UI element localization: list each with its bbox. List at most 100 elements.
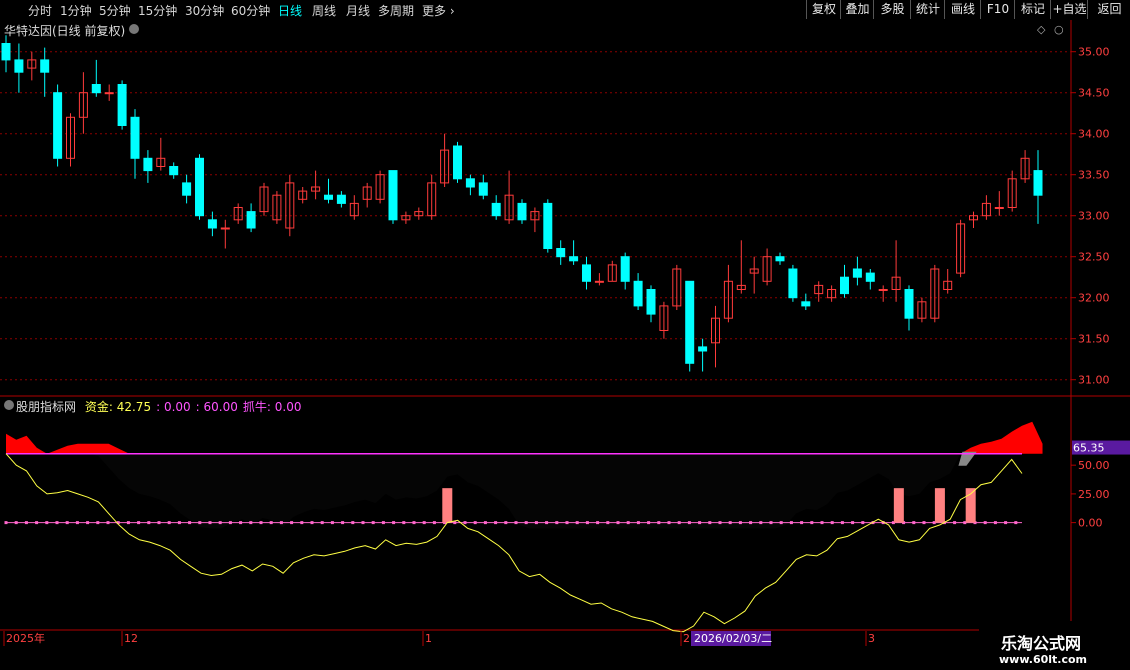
legend-value-0: 42.75 bbox=[116, 400, 152, 414]
main-title: 华特达因(日线 前复权) bbox=[4, 24, 126, 38]
toolbar-button-0[interactable]: 复权 bbox=[806, 0, 841, 19]
period-tab-4[interactable]: 30分钟 bbox=[185, 2, 224, 19]
candle-body-8 bbox=[104, 92, 114, 95]
period-tab-5[interactable]: 60分钟 bbox=[231, 2, 270, 19]
toolbar-button-5[interactable]: F10 bbox=[980, 0, 1015, 19]
candle-body-14 bbox=[182, 182, 192, 196]
candle-body-77 bbox=[994, 207, 1004, 209]
candle-body-16 bbox=[207, 219, 217, 229]
zero-dot bbox=[922, 521, 926, 525]
kline-chart[interactable]: 35.00 34.50 34.00 33.50 33.00 32.50 32.00 31.50… bbox=[0, 20, 1130, 670]
candle-body-43 bbox=[556, 248, 566, 258]
toolbar-button-1[interactable]: 叠加 bbox=[840, 0, 874, 19]
zero-dot bbox=[381, 521, 385, 525]
candle-body-42 bbox=[543, 202, 553, 249]
x-cursor-label: 2026/02/03/二 bbox=[694, 632, 772, 645]
main-tick-label-5: 32.50 bbox=[1078, 251, 1110, 264]
zero-dot bbox=[616, 521, 620, 525]
candle-body-11 bbox=[143, 157, 153, 172]
zero-dot bbox=[4, 521, 8, 525]
candle-body-53 bbox=[685, 280, 695, 364]
zero-dot bbox=[759, 521, 763, 525]
zero-dot bbox=[993, 521, 997, 525]
zero-dot bbox=[779, 521, 783, 525]
signal-bar-2 bbox=[934, 488, 945, 523]
toolbar-button-2[interactable]: 多股 bbox=[873, 0, 911, 19]
period-tab-1[interactable]: 1分钟 bbox=[60, 2, 92, 19]
toolbar-button-7[interactable]: +自选 bbox=[1050, 0, 1088, 19]
zero-dot bbox=[851, 521, 855, 525]
main-tick-label-8: 31.00 bbox=[1078, 374, 1110, 387]
zero-dot bbox=[504, 521, 508, 525]
zero-dot bbox=[432, 521, 436, 525]
zero-dot bbox=[483, 521, 487, 525]
period-tab-7[interactable]: 周线 bbox=[312, 2, 336, 19]
main-tick-label-4: 33.00 bbox=[1078, 210, 1110, 223]
legend-item-3: 抓牛: 0.00 bbox=[242, 400, 302, 414]
zero-dot bbox=[96, 521, 100, 525]
zero-dot bbox=[147, 521, 151, 525]
zero-dot bbox=[728, 521, 732, 525]
watermark-name: 乐淘公式网 bbox=[1001, 634, 1082, 653]
candle-body-67 bbox=[865, 272, 875, 282]
zero-dot bbox=[953, 521, 957, 525]
zero-dot bbox=[555, 521, 559, 525]
period-tab-9[interactable]: 多周期 bbox=[378, 2, 414, 19]
period-tab-6[interactable]: 日线 bbox=[278, 2, 302, 19]
zero-dot bbox=[861, 521, 865, 525]
period-tab-10[interactable]: 更多 › bbox=[422, 2, 455, 19]
zero-dot bbox=[412, 521, 416, 525]
zero-dot bbox=[636, 521, 640, 525]
main-tick-label-0: 35.00 bbox=[1078, 46, 1110, 59]
zero-dot bbox=[830, 521, 834, 525]
zero-dot bbox=[565, 521, 569, 525]
zero-dot bbox=[534, 521, 538, 525]
zero-dot bbox=[392, 521, 396, 525]
zero-dot bbox=[585, 521, 589, 525]
zero-dot bbox=[749, 521, 753, 525]
period-tab-2[interactable]: 5分钟 bbox=[99, 2, 131, 19]
current-value-text: 65.35 bbox=[1073, 442, 1105, 455]
chart-canvas[interactable]: 35.00 34.50 34.00 33.50 33.00 32.50 32.00 31.50… bbox=[0, 20, 1130, 650]
zero-dot bbox=[371, 521, 375, 525]
main-tick-label-1: 34.50 bbox=[1078, 87, 1110, 100]
main-tick-label-2: 34.00 bbox=[1078, 128, 1110, 141]
zero-dot bbox=[218, 521, 222, 525]
toolbar-button-6[interactable]: 标记 bbox=[1014, 0, 1051, 19]
zero-dot bbox=[983, 521, 987, 525]
toolbar-button-4[interactable]: 画线 bbox=[944, 0, 981, 19]
zero-dot bbox=[198, 521, 202, 525]
x-label-0: 2025年 bbox=[6, 631, 45, 645]
period-tab-3[interactable]: 15分钟 bbox=[138, 2, 177, 19]
ind-tick-label-2: 0.00 bbox=[1078, 517, 1103, 530]
candle-body-37 bbox=[478, 182, 488, 196]
zero-dot bbox=[188, 521, 192, 525]
candle-body-38 bbox=[491, 202, 501, 217]
candle-body-0 bbox=[1, 43, 11, 61]
x-label-3: 2 bbox=[683, 632, 690, 645]
ind-tick-label-1: 25.00 bbox=[1078, 488, 1110, 501]
candle-body-60 bbox=[775, 256, 785, 262]
zero-dot bbox=[177, 521, 181, 525]
zero-dot bbox=[687, 521, 691, 525]
zero-dot bbox=[657, 521, 661, 525]
zero-dot bbox=[606, 521, 610, 525]
zero-dot bbox=[259, 521, 263, 525]
period-tab-0[interactable]: 分时 bbox=[28, 2, 52, 19]
toolbar-button-3[interactable]: 统计 bbox=[910, 0, 945, 19]
zero-dot bbox=[55, 521, 59, 525]
candle-body-15 bbox=[195, 157, 204, 217]
indicator-name: 股朋指标网 bbox=[16, 400, 77, 414]
diamond-icon: ◇ bbox=[1037, 23, 1046, 36]
toolbar-button-8[interactable]: 返回 bbox=[1087, 0, 1130, 19]
legend-item-2: : 60.00 bbox=[195, 400, 238, 414]
zero-dot bbox=[290, 521, 294, 525]
main-tick-label-6: 32.00 bbox=[1078, 292, 1110, 305]
zero-dot bbox=[677, 521, 681, 525]
period-tab-8[interactable]: 月线 bbox=[346, 2, 370, 19]
candle-body-9 bbox=[117, 84, 127, 126]
zero-dot bbox=[545, 521, 549, 525]
candle-body-7 bbox=[91, 84, 101, 94]
x-label-4: 3 bbox=[868, 632, 875, 645]
zero-dot bbox=[1004, 521, 1008, 525]
